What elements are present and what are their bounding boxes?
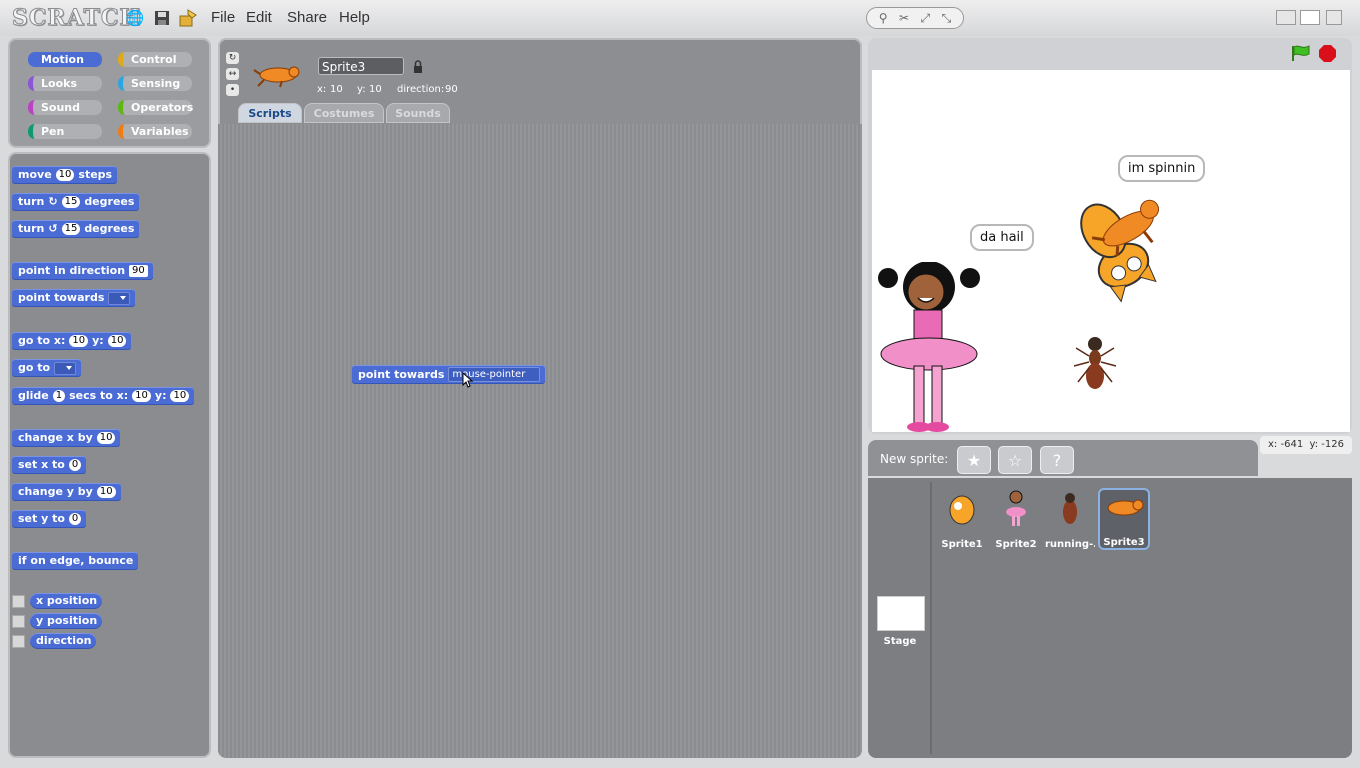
category-motion[interactable]: Motion xyxy=(28,52,102,67)
tab-sounds[interactable]: Sounds xyxy=(386,103,450,123)
tool-buttons: ⚲ ✂ ⤢ ⤡ xyxy=(866,7,964,29)
menu-edit[interactable]: Edit xyxy=(246,9,272,26)
normal-stage-button[interactable] xyxy=(1300,10,1320,25)
flip-style-icon[interactable]: ↔ xyxy=(226,68,239,80)
new-sprite-label: New sprite: xyxy=(880,452,949,466)
sprite-x-label: x: xyxy=(317,84,327,95)
sprite-x-value: 10 xyxy=(330,84,343,95)
green-flag-icon[interactable] xyxy=(1290,44,1312,65)
go-to-block[interactable]: go to xyxy=(12,359,82,377)
turn-right-icon: ↻ xyxy=(48,195,58,208)
random-sprite-button[interactable]: ? xyxy=(1040,446,1074,474)
globe-icon[interactable]: 🌐 xyxy=(126,9,145,27)
lock-icon[interactable] xyxy=(413,60,423,76)
sprite-direction-value: 90 xyxy=(445,84,458,95)
paint-new-sprite-button[interactable]: ★ xyxy=(957,446,991,474)
bounce-block[interactable]: if on edge, bounce xyxy=(12,552,139,570)
sprite-thumb-sprite1[interactable]: Sprite1 xyxy=(937,490,987,550)
menu-share[interactable]: Share xyxy=(287,9,327,26)
mouse-coordinates: x: -641 y: -126 xyxy=(1260,436,1352,454)
presentation-mode-button[interactable] xyxy=(1326,10,1342,25)
sprite-direction-label: direction: xyxy=(397,84,445,95)
share-icon[interactable] xyxy=(179,9,197,27)
point-in-direction-block[interactable]: point in direction 90 xyxy=(12,262,153,280)
girl-sprite[interactable] xyxy=(874,262,984,432)
category-variables[interactable]: Variables xyxy=(118,124,192,139)
stage-thumbnail[interactable] xyxy=(877,596,925,631)
grow-icon[interactable]: ⤢ xyxy=(921,11,931,26)
category-sensing[interactable]: Sensing xyxy=(118,76,192,91)
mouse-cursor-icon xyxy=(462,371,474,391)
set-y-block[interactable]: set y to 0 xyxy=(12,510,87,528)
choose-sprite-from-file-button[interactable]: ☆ xyxy=(998,446,1032,474)
sprite-thumb-sprite2[interactable]: Sprite2 xyxy=(991,490,1041,550)
shrink-icon[interactable]: ⤡ xyxy=(942,11,952,26)
point-towards-dropdown xyxy=(108,291,131,305)
go-to-dropdown xyxy=(54,361,77,375)
x-position-reporter[interactable]: x position xyxy=(30,593,103,609)
top-bar xyxy=(0,0,1360,36)
tab-scripts[interactable]: Scripts xyxy=(238,103,302,123)
block-palette xyxy=(8,152,211,758)
sprite-thumb-running[interactable]: running-... xyxy=(1045,490,1095,550)
orange-animal-sprite[interactable] xyxy=(1088,192,1168,256)
turn-left-block[interactable]: turn ↺ 15 degrees xyxy=(12,220,140,238)
script-point-towards-block[interactable]: point towards mouse-pointer xyxy=(352,365,546,384)
point-towards-block[interactable]: point towards xyxy=(12,289,136,307)
stage[interactable]: da hail im spinnin xyxy=(872,70,1350,432)
sprite-panel-divider xyxy=(930,482,932,754)
stage-thumbnail-label: Stage xyxy=(883,636,917,647)
sprite-y-label: y: xyxy=(357,84,366,95)
small-stage-button[interactable] xyxy=(1276,10,1296,25)
scripts-area[interactable] xyxy=(218,124,862,758)
y-position-checkbox[interactable] xyxy=(12,615,25,628)
set-x-block[interactable]: set x to 0 xyxy=(12,456,87,474)
change-x-block[interactable]: change x by 10 xyxy=(12,429,121,447)
glide-block[interactable]: glide 1 secs to x: 10 y: 10 xyxy=(12,387,195,405)
sprite-costume-thumbnail xyxy=(252,60,302,91)
turn-left-icon: ↺ xyxy=(48,222,58,235)
speech-bubble-im-spinnin: im spinnin xyxy=(1118,155,1206,182)
x-position-checkbox[interactable] xyxy=(12,595,25,608)
move-steps-block[interactable]: move 10 steps xyxy=(12,166,118,184)
sprite-name-input[interactable]: Sprite3 xyxy=(318,57,404,75)
duplicate-icon[interactable]: ⚲ xyxy=(879,11,888,25)
scratch-logo: SCRATCH xyxy=(11,5,142,32)
turn-right-block[interactable]: turn ↻ 15 degrees xyxy=(12,193,140,211)
rotate-style-icon[interactable]: ↻ xyxy=(226,52,239,64)
category-sound[interactable]: Sound xyxy=(28,100,102,115)
menu-file[interactable]: File xyxy=(211,9,235,26)
speech-bubble-da-hail: da hail xyxy=(970,224,1034,251)
sprite-y-value: 10 xyxy=(369,84,382,95)
stop-sign-icon[interactable] xyxy=(1319,45,1336,65)
go-to-xy-block[interactable]: go to x: 10 y: 10 xyxy=(12,332,132,350)
direction-checkbox[interactable] xyxy=(12,635,25,648)
delete-icon[interactable]: ✂ xyxy=(899,11,909,25)
tab-costumes[interactable]: Costumes xyxy=(304,103,384,123)
menu-help[interactable]: Help xyxy=(339,9,370,26)
change-y-block[interactable]: change y by 10 xyxy=(12,483,121,501)
category-operators[interactable]: Operators xyxy=(118,100,193,115)
sprite-thumb-sprite3[interactable]: Sprite3 xyxy=(1098,488,1150,550)
ant-sprite[interactable] xyxy=(1070,332,1120,394)
save-icon[interactable] xyxy=(153,9,171,27)
category-looks[interactable]: Looks xyxy=(28,76,102,91)
y-position-reporter[interactable]: y position xyxy=(30,613,103,629)
category-pen[interactable]: Pen xyxy=(28,124,102,139)
category-control[interactable]: Control xyxy=(118,52,192,67)
direction-reporter[interactable]: direction xyxy=(30,633,97,649)
no-rotate-icon[interactable]: • xyxy=(226,84,239,96)
